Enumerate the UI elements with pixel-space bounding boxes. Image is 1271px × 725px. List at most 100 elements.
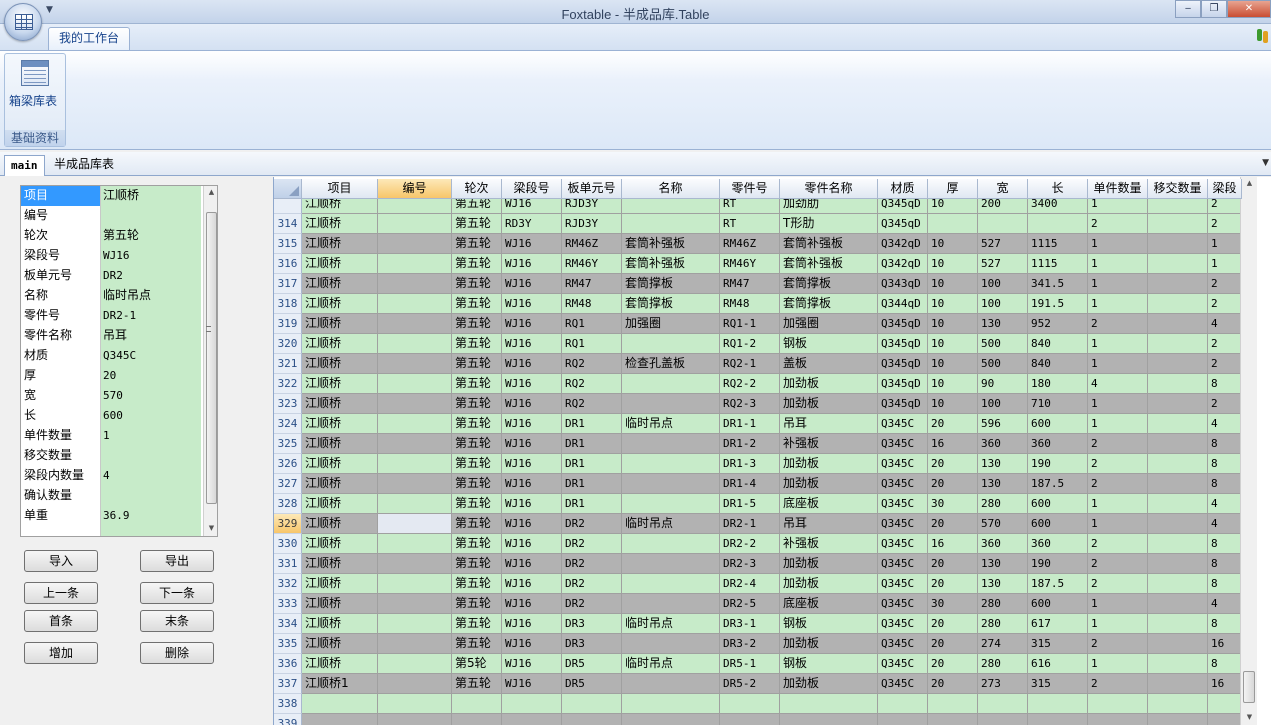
table-cell[interactable] bbox=[1148, 594, 1208, 614]
table-cell[interactable]: 20 bbox=[928, 554, 978, 574]
table-cell[interactable]: 500 bbox=[978, 334, 1028, 354]
table-cell[interactable]: 套筒补强板 bbox=[622, 234, 720, 254]
table-cell[interactable]: 第五轮 bbox=[452, 494, 502, 514]
table-cell[interactable] bbox=[378, 534, 452, 554]
table-cell[interactable] bbox=[302, 694, 378, 714]
table-cell[interactable]: RQ2-1 bbox=[720, 354, 780, 374]
table-cell[interactable] bbox=[378, 414, 452, 434]
table-cell[interactable]: 130 bbox=[978, 474, 1028, 494]
column-header[interactable]: 梁段号 bbox=[502, 179, 562, 199]
table-cell[interactable] bbox=[378, 354, 452, 374]
table-cell[interactable]: 952 bbox=[1028, 314, 1088, 334]
table-cell[interactable]: DR3-2 bbox=[720, 634, 780, 654]
table-cell[interactable]: 第五轮 bbox=[452, 454, 502, 474]
table-cell[interactable]: 江顺桥 bbox=[302, 394, 378, 414]
table-cell[interactable]: 596 bbox=[978, 414, 1028, 434]
row-number[interactable]: 317 bbox=[274, 274, 302, 294]
row-number[interactable]: 328 bbox=[274, 494, 302, 514]
table-cell[interactable]: DR2-3 bbox=[720, 554, 780, 574]
table-cell[interactable]: 第五轮 bbox=[452, 414, 502, 434]
table-cell[interactable] bbox=[622, 334, 720, 354]
table-cell[interactable] bbox=[378, 514, 452, 534]
table-cell[interactable]: Q345C bbox=[878, 474, 928, 494]
scroll-thumb[interactable] bbox=[206, 212, 217, 504]
table-cell[interactable]: 341.5 bbox=[1028, 274, 1088, 294]
record-field-row[interactable]: 零件名称 吊耳 bbox=[21, 326, 201, 346]
table-cell[interactable]: 8 bbox=[1208, 534, 1242, 554]
table-cell[interactable]: 315 bbox=[1028, 674, 1088, 694]
table-cell[interactable]: DR1-2 bbox=[720, 434, 780, 454]
table-cell[interactable]: 钢板 bbox=[780, 334, 878, 354]
table-cell[interactable]: WJ16 bbox=[502, 494, 562, 514]
table-cell[interactable]: 加劲板 bbox=[780, 374, 878, 394]
scroll-up-icon[interactable]: ▲ bbox=[206, 188, 217, 198]
table-cell[interactable]: 500 bbox=[978, 354, 1028, 374]
table-cell[interactable] bbox=[378, 214, 452, 234]
table-cell[interactable]: 江顺桥 bbox=[302, 614, 378, 634]
table-cell[interactable]: 8 bbox=[1208, 374, 1242, 394]
table-cell[interactable]: 280 bbox=[978, 654, 1028, 674]
table-cell[interactable]: 360 bbox=[1028, 434, 1088, 454]
table-cell[interactable]: 临时吊点 bbox=[622, 654, 720, 674]
table-cell[interactable]: 加劲板 bbox=[780, 474, 878, 494]
table-cell[interactable] bbox=[622, 374, 720, 394]
table-cell[interactable] bbox=[378, 634, 452, 654]
table-cell[interactable]: 第五轮 bbox=[452, 234, 502, 254]
table-cell[interactable]: 2 bbox=[1088, 454, 1148, 474]
table-cell[interactable] bbox=[1148, 374, 1208, 394]
table-cell[interactable]: 第五轮 bbox=[452, 674, 502, 694]
table-cell[interactable]: 1 bbox=[1088, 234, 1148, 254]
table-cell[interactable]: Q344qD bbox=[878, 294, 928, 314]
table-cell[interactable]: 钢板 bbox=[780, 654, 878, 674]
table-row[interactable]: 325 江顺桥 第五轮 WJ16 DR1 DR1-2 补强板 Q345C 16 360 360 2 8 bbox=[274, 434, 1244, 454]
table-cell[interactable]: WJ16 bbox=[502, 234, 562, 254]
table-cell[interactable]: 吊耳 bbox=[780, 514, 878, 534]
table-cell[interactable]: 加劲板 bbox=[780, 394, 878, 414]
table-cell[interactable] bbox=[1148, 554, 1208, 574]
table-cell[interactable] bbox=[378, 654, 452, 674]
table-cell[interactable]: WJ16 bbox=[502, 654, 562, 674]
table-cell[interactable]: 8 bbox=[1208, 474, 1242, 494]
table-cell[interactable]: 第五轮 bbox=[452, 394, 502, 414]
row-number[interactable]: 327 bbox=[274, 474, 302, 494]
table-cell[interactable]: 1 bbox=[1088, 594, 1148, 614]
table-row[interactable]: 333 江顺桥 第五轮 WJ16 DR2 DR2-5 底座板 Q345C 30 280 600 1 4 bbox=[274, 594, 1244, 614]
grid-scroll-thumb[interactable] bbox=[1243, 671, 1255, 703]
record-field-row[interactable]: 长 600 bbox=[21, 406, 201, 426]
table-cell[interactable]: 江顺桥 bbox=[302, 214, 378, 234]
table-cell[interactable] bbox=[720, 694, 780, 714]
table-cell[interactable]: 临时吊点 bbox=[622, 414, 720, 434]
table-cell[interactable]: 江顺桥 bbox=[302, 434, 378, 454]
table-cell[interactable]: 10 bbox=[928, 354, 978, 374]
table-cell[interactable]: DR3 bbox=[562, 634, 622, 654]
table-row[interactable]: 339 bbox=[274, 714, 1244, 725]
table-cell[interactable] bbox=[1088, 714, 1148, 725]
table-cell[interactable]: 20 bbox=[928, 674, 978, 694]
table-row[interactable]: 327 江顺桥 第五轮 WJ16 DR1 DR1-4 加劲板 Q345C 20 130 187.5 2… bbox=[274, 474, 1244, 494]
table-cell[interactable]: 273 bbox=[978, 674, 1028, 694]
ribbon-tab-workbench[interactable]: 我的工作台 bbox=[48, 27, 131, 50]
record-field-row[interactable]: 轮次 第五轮 bbox=[21, 226, 201, 246]
table-cell[interactable]: Q345C bbox=[878, 634, 928, 654]
table-cell[interactable] bbox=[378, 294, 452, 314]
table-cell[interactable]: 底座板 bbox=[780, 594, 878, 614]
table-cell[interactable]: 江顺桥 bbox=[302, 514, 378, 534]
row-number[interactable]: 339 bbox=[274, 714, 302, 725]
table-row[interactable]: 316 江顺桥 第五轮 WJ16 RM46Y 套筒补强板 RM46Y 套筒补强板 Q342qD 1… bbox=[274, 254, 1244, 274]
row-number[interactable]: 326 bbox=[274, 454, 302, 474]
table-cell[interactable] bbox=[1148, 514, 1208, 534]
table-row[interactable]: 321 江顺桥 第五轮 WJ16 RQ2 检查孔盖板 RQ2-1 盖板 Q345qD 10 500 8… bbox=[274, 354, 1244, 374]
table-cell[interactable]: WJ16 bbox=[502, 634, 562, 654]
table-cell[interactable]: DR1 bbox=[562, 454, 622, 474]
table-cell[interactable]: 1 bbox=[1088, 514, 1148, 534]
table-cell[interactable]: 20 bbox=[928, 614, 978, 634]
table-row[interactable]: 324 江顺桥 第五轮 WJ16 DR1 临时吊点 DR1-1 吊耳 Q345C 20 596 600… bbox=[274, 414, 1244, 434]
table-cell[interactable]: 10 bbox=[928, 374, 978, 394]
table-cell[interactable] bbox=[1148, 214, 1208, 234]
table-cell[interactable]: 第五轮 bbox=[452, 274, 502, 294]
table-cell[interactable]: DR2-5 bbox=[720, 594, 780, 614]
grid-select-all-corner[interactable] bbox=[274, 179, 302, 199]
row-number[interactable]: 323 bbox=[274, 394, 302, 414]
table-row[interactable]: 314 江顺桥 第五轮 RD3Y RJD3Y RT T形肋 Q345qD 2 2 bbox=[274, 214, 1244, 234]
table-cell[interactable]: 加强圈 bbox=[780, 314, 878, 334]
